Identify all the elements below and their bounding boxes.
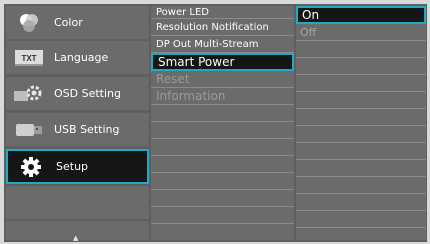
menu-item-color[interactable]: Color: [6, 6, 149, 39]
menu-label: Color: [54, 16, 83, 29]
submenu-empty-row: [151, 156, 294, 173]
options-empty-row: [296, 177, 426, 194]
osd-settings-icon: [12, 83, 46, 105]
submenu-empty-row: [151, 139, 294, 156]
options-empty-row: [296, 58, 426, 75]
options-empty-row: [296, 109, 426, 126]
submenu-item-dp-out-multi-stream[interactable]: DP Out Multi-Stream: [151, 36, 294, 53]
submenu-empty-row: [151, 122, 294, 139]
options-empty-row: [296, 194, 426, 211]
options-empty-row: [296, 228, 426, 240]
menu-item-setup[interactable]: Setup: [6, 149, 149, 184]
menu-label: Setup: [56, 160, 89, 173]
options-empty-row: [296, 41, 426, 58]
menu-label: OSD Setting: [54, 87, 121, 100]
color-wheel-icon: [12, 12, 46, 34]
gear-icon: [14, 156, 48, 178]
menu-item-language[interactable]: TXT Language: [6, 41, 149, 74]
menu-item-usb-setting[interactable]: USB Setting: [6, 113, 149, 146]
svg-text:TXT: TXT: [21, 54, 36, 63]
submenu-empty-row: [151, 173, 294, 190]
options-panel: On Off: [296, 6, 426, 240]
submenu-item-resolution-notification[interactable]: Resolution Notification: [151, 19, 294, 36]
options-empty-row: [296, 126, 426, 143]
menu-item-osd-setting[interactable]: OSD Setting: [6, 77, 149, 110]
options-empty-row: [296, 75, 426, 92]
submenu-empty-row: [151, 207, 294, 224]
scroll-up-icon[interactable]: ▲: [73, 234, 78, 242]
txt-language-icon: TXT: [12, 47, 46, 69]
main-menu: Color TXT Language OSD Setting USB Setti…: [6, 6, 149, 242]
option-on[interactable]: On: [296, 6, 426, 24]
submenu-empty-row: [151, 224, 294, 240]
usb-icon: [12, 119, 46, 141]
menu-label: Language: [54, 51, 109, 64]
option-off[interactable]: Off: [296, 24, 426, 41]
submenu-item-smart-power[interactable]: Smart Power: [151, 53, 294, 71]
submenu-item-power-led[interactable]: Power LED: [151, 6, 294, 19]
options-empty-row: [296, 92, 426, 109]
setup-submenu: Power LED Resolution Notification DP Out…: [151, 6, 294, 240]
submenu-empty-row: [151, 190, 294, 207]
options-empty-row: [296, 143, 426, 160]
options-empty-row: [296, 211, 426, 228]
menu-empty-slot: [6, 186, 149, 219]
submenu-item-information[interactable]: Information: [151, 88, 294, 105]
menu-label: USB Setting: [54, 123, 120, 136]
submenu-empty-row: [151, 105, 294, 122]
options-empty-row: [296, 160, 426, 177]
submenu-item-reset[interactable]: Reset: [151, 71, 294, 88]
